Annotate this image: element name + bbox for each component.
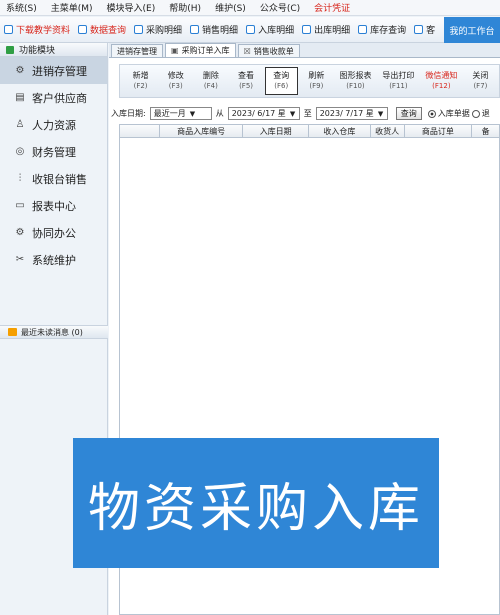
close-button[interactable]: 关闭 (F7) <box>464 67 497 95</box>
radio-inbound-doc[interactable] <box>427 109 436 118</box>
menu-system[interactable]: 系统(S) <box>6 1 37 14</box>
query-button[interactable]: 查询 (F6) <box>264 67 298 95</box>
column-header-receiver[interactable]: 收货人 <box>371 125 405 137</box>
view-button[interactable]: 查看 (F5) <box>229 67 262 95</box>
menu-official-account[interactable]: 公众号(C) <box>260 1 300 14</box>
checkbox-icon <box>414 25 424 34</box>
sidebar-item-inventory[interactable]: ⚙ 进销存管理 <box>0 57 107 84</box>
menu-main[interactable]: 主菜单(M) <box>51 1 93 14</box>
quick-sales-detail[interactable]: 销售明细 <box>190 23 238 36</box>
tab-inventory-management[interactable]: 进销存管理 <box>111 44 163 57</box>
sidebar-item-reports[interactable]: ▭ 报表中心 <box>0 192 107 219</box>
gear-icon: ⚙ <box>15 65 25 76</box>
chart-report-button[interactable]: 图形报表 (F10) <box>335 67 376 95</box>
wechat-notify-button[interactable]: 微信通知 (F12) <box>421 67 462 95</box>
export-print-button[interactable]: 导出打印 (F11) <box>378 67 419 95</box>
add-button[interactable]: 新增 (F2) <box>124 67 157 95</box>
sidebar-item-customers[interactable]: ▤ 客户供应商 <box>0 84 107 111</box>
gear-icon: ⚙ <box>15 227 25 238</box>
quick-customer[interactable]: 客 <box>414 23 435 36</box>
filter-query-button[interactable]: 查询 <box>395 107 422 120</box>
inbound-date-label: 入库日期: <box>111 109 146 118</box>
checkbox-icon <box>134 25 144 34</box>
quick-purchase-detail[interactable]: 采购明细 <box>134 23 182 36</box>
tools-icon: ✂ <box>15 254 25 265</box>
quick-inventory-query[interactable]: 库存查询 <box>358 23 406 36</box>
unread-messages[interactable]: 最近未读消息 (0) <box>0 325 108 339</box>
filter-row: 入库日期: 最近一月 ▼ 从 2023/ 6/17 星 ▼ 至 2023/ 7/17… <box>111 106 500 121</box>
sidebar-item-cashier[interactable]: ⫶ 收银台销售 <box>0 165 107 192</box>
checkbox-icon <box>4 25 13 34</box>
title-banner: 物资采购入库 <box>73 438 439 568</box>
radio-return-label: 退 <box>481 109 490 118</box>
table-header: 商品入库编号 入库日期 收入仓库 收货人 商品订单 备 <box>120 125 499 138</box>
monitor-icon: ▭ <box>15 200 25 211</box>
tab-purchase-order-inbound[interactable]: ▣ 采购订单入库 <box>165 43 236 57</box>
tab-bar: 进销存管理 ▣ 采购订单入库 ☒ 销售收款单 <box>109 43 500 58</box>
module-icon <box>6 45 14 54</box>
date-to-picker[interactable]: 2023/ 7/17 星 ▼ <box>315 107 388 120</box>
sidebar-item-finance[interactable]: ◎ 财务管理 <box>0 138 107 165</box>
chevron-down-icon: ▼ <box>377 109 384 118</box>
checkbox-icon <box>302 25 312 34</box>
checkbox-icon <box>78 25 88 34</box>
my-workbench-button[interactable]: 我的工作台 <box>444 17 500 43</box>
menu-module-import[interactable]: 模块导入(E) <box>107 1 156 14</box>
chart-icon: ⫶ <box>18 173 22 184</box>
refresh-button[interactable]: 刷新 (F9) <box>300 67 333 95</box>
from-label: 从 <box>215 109 224 118</box>
menu-bar: 系统(S) 主菜单(M) 模块导入(E) 帮助(H) 维护(S) 公众号(C) … <box>0 0 500 16</box>
action-toolbar: 新增 (F2) 修改 (F3) 删除 (F4) 查看 (F5) 查询 (F6) 刷新 (F9… <box>119 64 500 98</box>
menu-maintenance[interactable]: 维护(S) <box>215 1 246 14</box>
to-label: 至 <box>303 109 312 118</box>
checkbox-icon <box>358 25 368 34</box>
quick-inbound-detail[interactable]: 入库明细 <box>246 23 294 36</box>
quick-toolbar: 下载教学资料 数据查询 采购明细 销售明细 入库明细 出库明细 库存查询 客 <box>0 17 500 43</box>
column-header-index[interactable] <box>120 125 160 137</box>
sidebar-title: 功能模块 <box>19 46 56 56</box>
column-header-remark[interactable]: 备 <box>472 125 499 137</box>
date-from-picker[interactable]: 2023/ 6/17 星 ▼ <box>227 107 300 120</box>
menu-accounting-voucher[interactable]: 会计凭证 <box>314 1 350 14</box>
sidebar-nav: ⚙ 进销存管理 ▤ 客户供应商 ♙ 人力资源 ◎ 财务管理 ⫶ 收银台销售 ▭ 报表中心 ⚙… <box>0 57 107 273</box>
checkbox-icon <box>246 25 256 34</box>
column-header-order[interactable]: 商品订单 <box>405 125 473 137</box>
close-icon[interactable]: ☒ <box>244 47 251 56</box>
sidebar-header: 功能模块 <box>0 43 107 57</box>
radio-inbound-doc-label: 入库单据 <box>437 109 470 118</box>
quick-data-query[interactable]: 数据查询 <box>78 23 126 36</box>
column-header-inbound-no[interactable]: 商品入库编号 <box>160 125 244 137</box>
column-header-inbound-date[interactable]: 入库日期 <box>243 125 310 137</box>
sidebar-item-hr[interactable]: ♙ 人力资源 <box>0 111 107 138</box>
chevron-down-icon: ▼ <box>189 109 196 118</box>
document-icon: ▤ <box>15 92 25 103</box>
message-icon <box>8 328 17 336</box>
radio-return[interactable] <box>471 109 480 118</box>
sidebar-item-collaboration[interactable]: ⚙ 协同办公 <box>0 219 107 246</box>
person-icon: ♙ <box>15 119 25 130</box>
tab-sales-receipt[interactable]: ☒ 销售收款单 <box>237 44 300 57</box>
quick-download-materials[interactable]: 下载教学资料 <box>4 23 70 36</box>
delete-button[interactable]: 删除 (F4) <box>194 67 227 95</box>
sidebar-item-system[interactable]: ✂ 系统维护 <box>0 246 107 273</box>
tab-icon: ▣ <box>171 46 179 55</box>
period-select[interactable]: 最近一月 ▼ <box>149 107 212 120</box>
edit-button[interactable]: 修改 (F3) <box>159 67 192 95</box>
chevron-down-icon: ▼ <box>289 109 296 118</box>
checkbox-icon <box>190 25 200 34</box>
money-icon: ◎ <box>15 146 25 157</box>
quick-outbound-detail[interactable]: 出库明细 <box>302 23 350 36</box>
menu-help[interactable]: 帮助(H) <box>169 1 201 14</box>
column-header-warehouse[interactable]: 收入仓库 <box>309 125 371 137</box>
